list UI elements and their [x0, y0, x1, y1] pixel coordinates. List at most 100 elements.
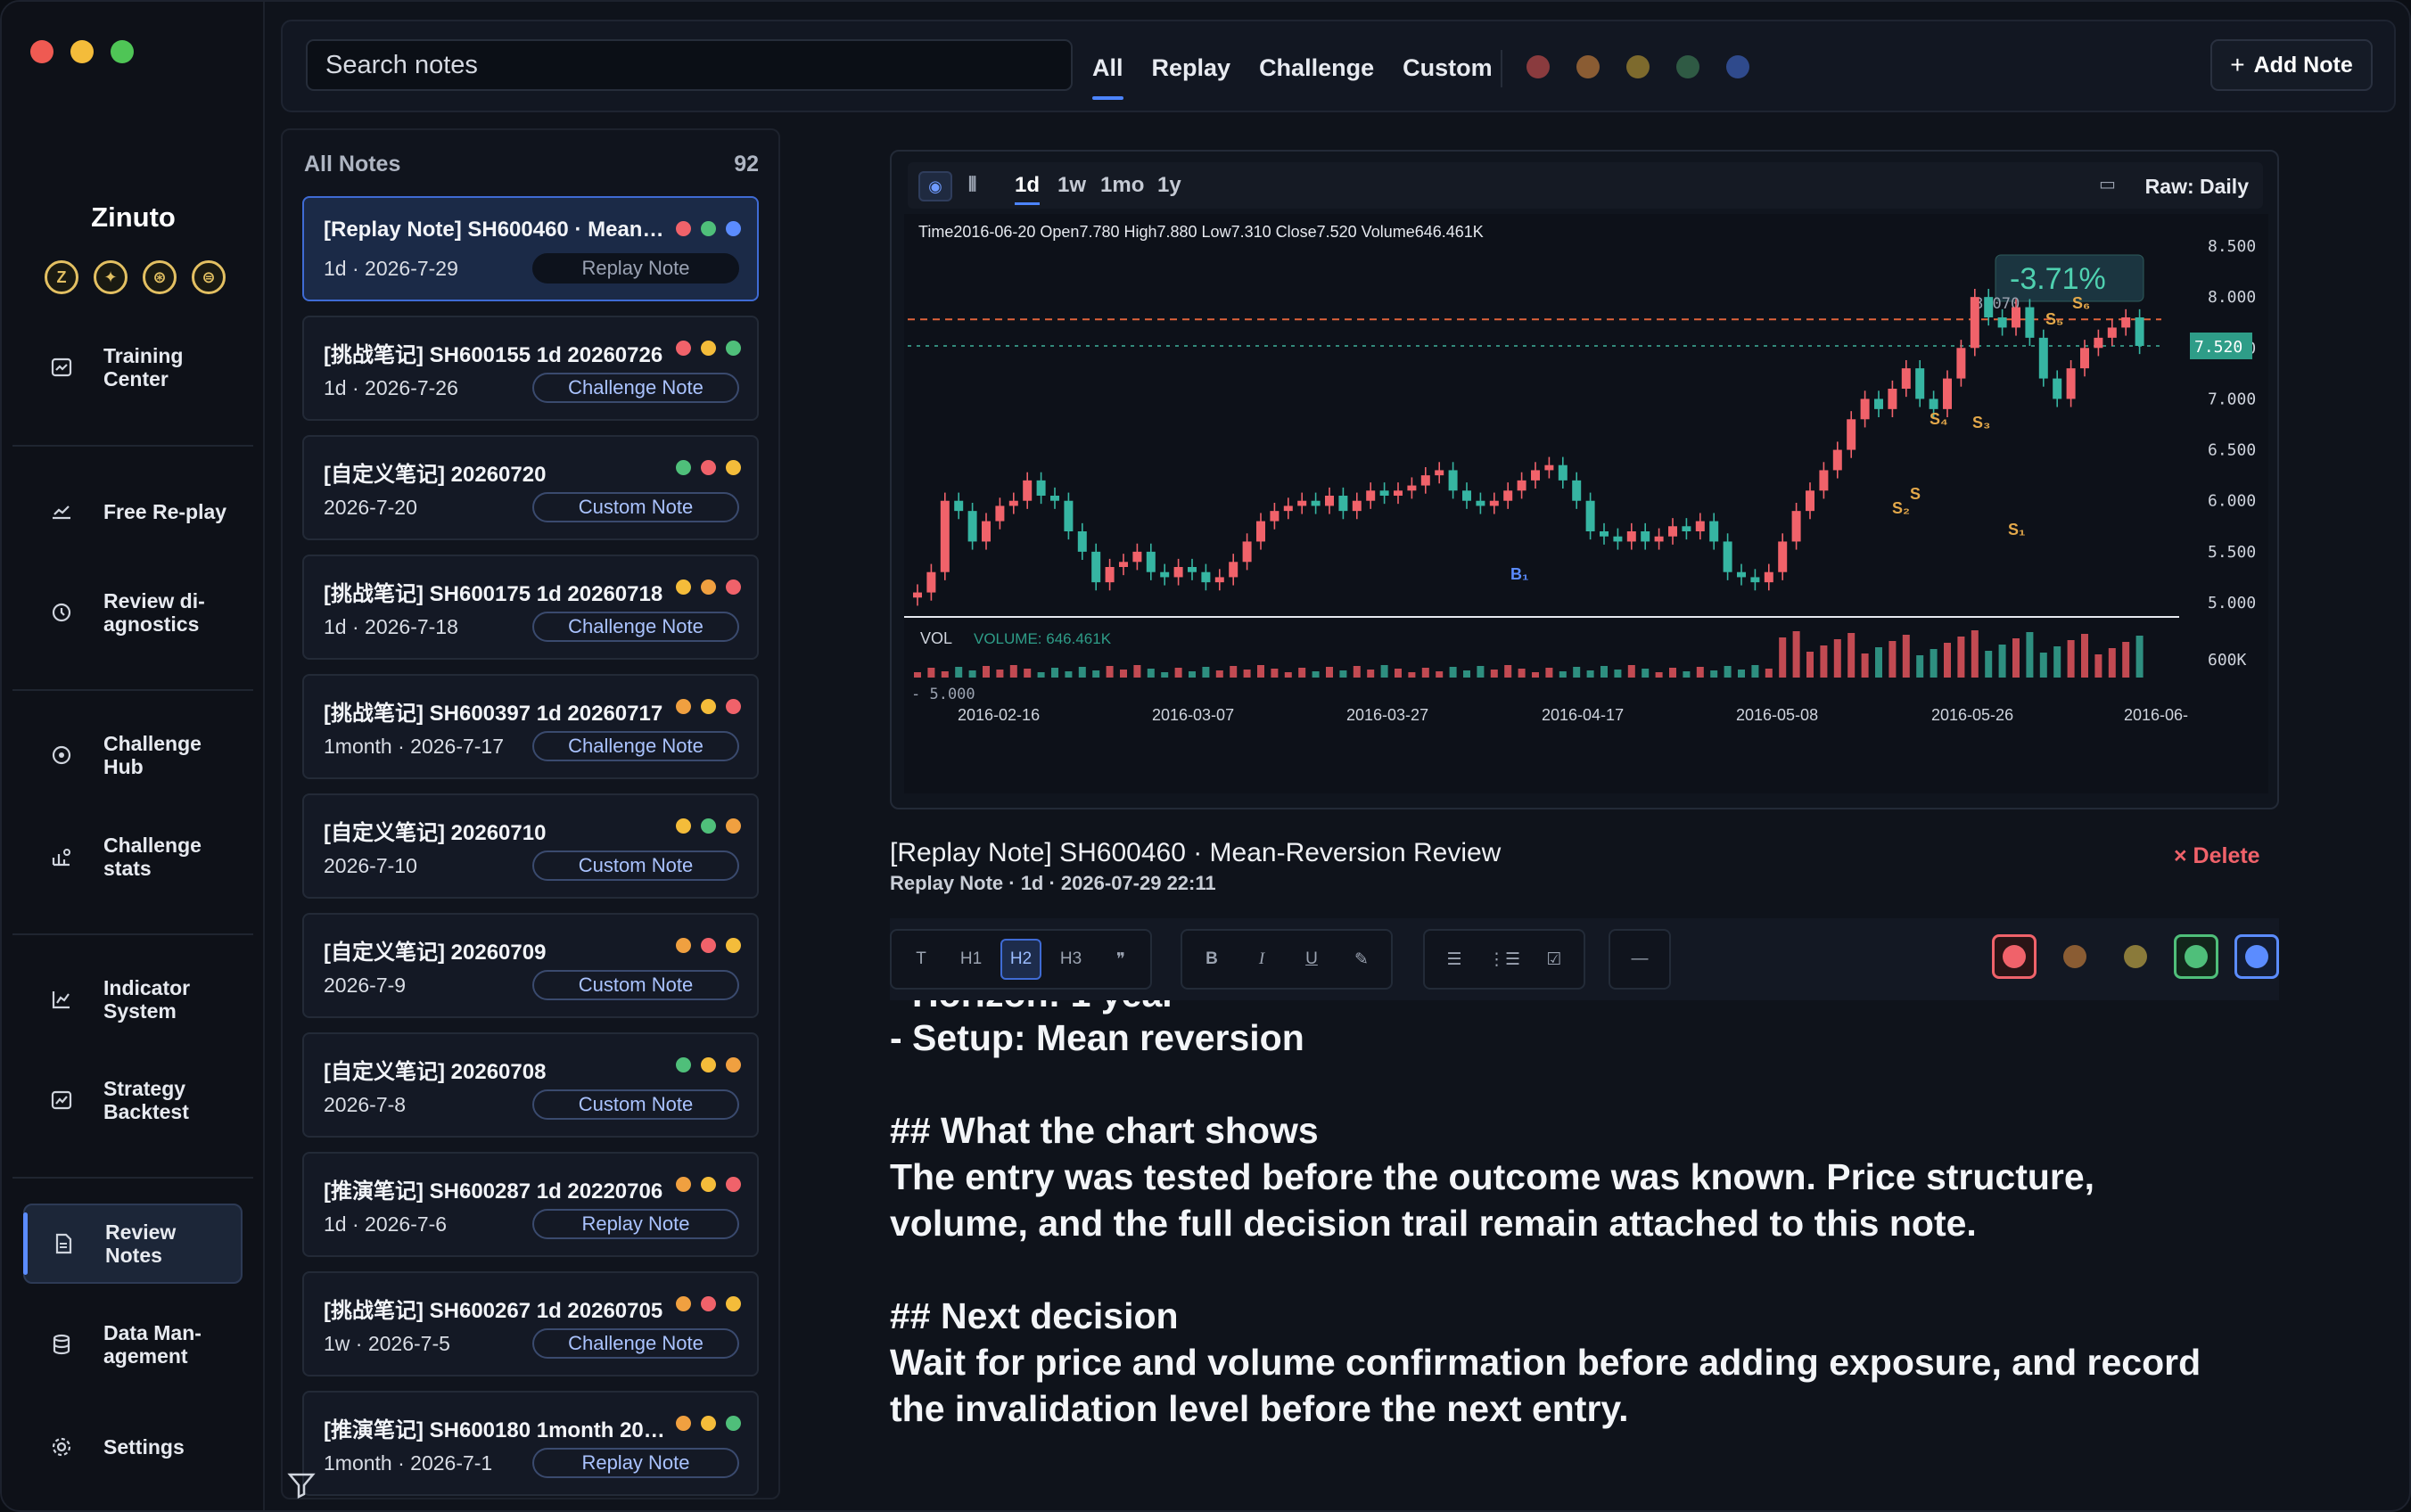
note-card[interactable]: [挑战笔记] SH600397 1d 20260717 1month · 2026… — [302, 674, 759, 779]
bullet-list-button[interactable]: ☰ — [1434, 939, 1475, 980]
sidebar-item-challenge-hub[interactable]: Challenge Hub — [23, 715, 243, 795]
color-filter-green[interactable] — [1676, 55, 1699, 78]
color-blue-swatch[interactable] — [2234, 934, 2279, 979]
eye-icon[interactable]: ◉ — [918, 171, 952, 201]
note-card-meta: 1d · 2026-7-29 — [324, 257, 458, 280]
list-header: All Notes 92 — [304, 152, 759, 177]
color-red-swatch[interactable] — [1992, 934, 2037, 979]
color-filter-yellow[interactable] — [1626, 55, 1650, 78]
candle-body — [1023, 480, 1033, 501]
chart-toolbar: ◉ ⫴ 1d 1w 1mo 1y ▭ Raw: Daily — [908, 162, 2263, 209]
sidebar-item-label: Challenge Hub — [103, 732, 202, 778]
note-card-meta: 1d · 2026-7-26 — [324, 376, 458, 399]
volume-bar — [1215, 670, 1223, 678]
volume-bar — [1944, 643, 1951, 678]
note-card-tags — [676, 938, 741, 953]
sidebar-item-review-diagnostics[interactable]: Review di-agnostics — [23, 572, 243, 653]
sidebar-item-data-management[interactable]: Data Man-agement — [23, 1304, 243, 1385]
period-1d[interactable]: 1d — [1015, 173, 1041, 205]
quote-button[interactable]: ❞ — [1100, 939, 1141, 980]
note-card[interactable]: [自定义笔记] 20260708 2026-7-8 Custom Note — [302, 1032, 759, 1138]
volume-bar — [1504, 665, 1512, 678]
candle-body — [1723, 541, 1732, 572]
tab-all[interactable]: All — [1090, 54, 1125, 100]
color-filter-orange[interactable] — [1576, 55, 1600, 78]
sidebar-item-free-replay[interactable]: Free Re-play — [23, 472, 243, 552]
y-tick-label: 5.500 — [2208, 543, 2256, 562]
sidebar-item-challenge-stats[interactable]: Challenge stats — [23, 817, 243, 897]
volume-bar — [1395, 669, 1402, 678]
volume-bar — [1518, 669, 1526, 678]
note-card-meta: 2026-7-20 — [324, 496, 417, 519]
candle-type-icon[interactable]: ⫴ — [968, 173, 976, 196]
color-yellow-swatch[interactable] — [2113, 934, 2158, 979]
note-card[interactable]: [推演笔记] SH600180 1month 20260701 1month · … — [302, 1391, 759, 1496]
color-filter-blue[interactable] — [1726, 55, 1749, 78]
sidebar-divider — [12, 689, 253, 691]
candle-body — [1489, 500, 1499, 506]
h2-button[interactable]: H2 — [1000, 939, 1041, 980]
search-input[interactable]: Search notes — [306, 39, 1073, 91]
highlight-button[interactable]: ✎ — [1341, 939, 1382, 980]
minimize-window-button[interactable] — [70, 40, 94, 63]
bold-button[interactable]: B — [1191, 939, 1232, 980]
tab-replay[interactable]: Replay — [1150, 54, 1233, 82]
note-card[interactable]: [自定义笔记] 20260710 2026-7-10 Custom Note — [302, 793, 759, 899]
numbered-list-button[interactable]: ⋮☰ — [1484, 939, 1525, 980]
note-card[interactable]: [Replay Note] SH600460 · Mean-Reversion … — [302, 196, 759, 301]
candle-body — [1394, 490, 1403, 496]
note-title[interactable]: [Replay Note] SH600460 · Mean-Reversion … — [890, 838, 1501, 868]
layout-icon[interactable]: ▭ — [2099, 173, 2116, 195]
note-card-title: [挑战笔记] SH600397 1d 20260717 — [324, 702, 663, 726]
volume-bar — [1147, 669, 1155, 678]
note-card[interactable]: [挑战笔记] SH600155 1d 20260726 1d · 2026-7-2… — [302, 316, 759, 421]
note-card-title: [自定义笔记] 20260720 — [324, 463, 547, 487]
period-1y[interactable]: 1y — [1157, 173, 1181, 198]
note-card[interactable]: [自定义笔记] 20260720 2026-7-20 Custom Note — [302, 435, 759, 540]
horizontal-rule-button[interactable]: — — [1619, 939, 1660, 980]
color-filter-red[interactable] — [1526, 55, 1550, 78]
note-card[interactable]: [挑战笔记] SH600175 1d 20260718 1d · 2026-7-1… — [302, 555, 759, 660]
candle-body — [1613, 536, 1623, 542]
period-1mo[interactable]: 1mo — [1100, 173, 1144, 198]
trade-marker: S — [1910, 485, 1921, 503]
delete-button[interactable]: × Delete — [2174, 843, 2260, 869]
gear-icon — [43, 1428, 80, 1466]
tab-challenge[interactable]: Challenge — [1257, 54, 1376, 82]
chart-canvas[interactable]: Time2016-06-20 Open7.780 High7.880 Low7.… — [904, 214, 2268, 793]
raw-daily-label[interactable]: Raw: Daily — [2145, 175, 2249, 199]
checklist-button[interactable]: ☑ — [1534, 939, 1575, 980]
tab-custom[interactable]: Custom — [1401, 54, 1494, 82]
candle-body — [1476, 500, 1485, 506]
volume-bar — [1380, 665, 1388, 678]
note-editor[interactable]: - Horizon: 1 year - Setup: Mean reversio… — [890, 1000, 2316, 1482]
note-card[interactable]: [推演笔记] SH600287 1d 20220706 1d · 2026-7-6… — [302, 1152, 759, 1257]
candle-body — [1214, 577, 1224, 583]
volume-bar — [1998, 645, 2006, 678]
underline-button[interactable]: U — [1291, 939, 1332, 980]
close-icon: × — [2174, 843, 2193, 868]
sidebar-item-review-notes[interactable]: Review Notes — [23, 1204, 243, 1284]
close-window-button[interactable] — [30, 40, 53, 63]
add-note-button[interactable]: + Add Note — [2210, 39, 2373, 91]
h1-button[interactable]: H1 — [950, 939, 992, 980]
italic-button[interactable]: I — [1241, 939, 1282, 980]
candle-body — [2066, 368, 2076, 399]
note-card[interactable]: [挑战笔记] SH600267 1d 20260705 1w · 2026-7-5… — [302, 1271, 759, 1376]
h3-button[interactable]: H3 — [1050, 939, 1091, 980]
color-green-swatch[interactable] — [2174, 934, 2218, 979]
note-card[interactable]: [自定义笔记] 20260709 2026-7-9 Custom Note — [302, 913, 759, 1018]
sidebar-item-training-center[interactable]: Training Center — [23, 327, 243, 407]
period-1w[interactable]: 1w — [1057, 173, 1086, 198]
tag-dot — [676, 221, 691, 236]
text-button[interactable]: T — [901, 939, 942, 980]
note-card-tags — [676, 341, 741, 356]
color-orange-swatch[interactable] — [2053, 934, 2097, 979]
volume-bar — [1326, 667, 1333, 678]
sidebar-item-settings[interactable]: Settings — [23, 1407, 243, 1487]
sidebar-item-strategy-backtest[interactable]: Strategy Backtest — [23, 1060, 243, 1140]
tag-dot — [726, 1057, 741, 1072]
maximize-window-button[interactable] — [111, 40, 134, 63]
sidebar-item-indicator-system[interactable]: Indicator System — [23, 959, 243, 1040]
tag-dot — [701, 579, 716, 595]
